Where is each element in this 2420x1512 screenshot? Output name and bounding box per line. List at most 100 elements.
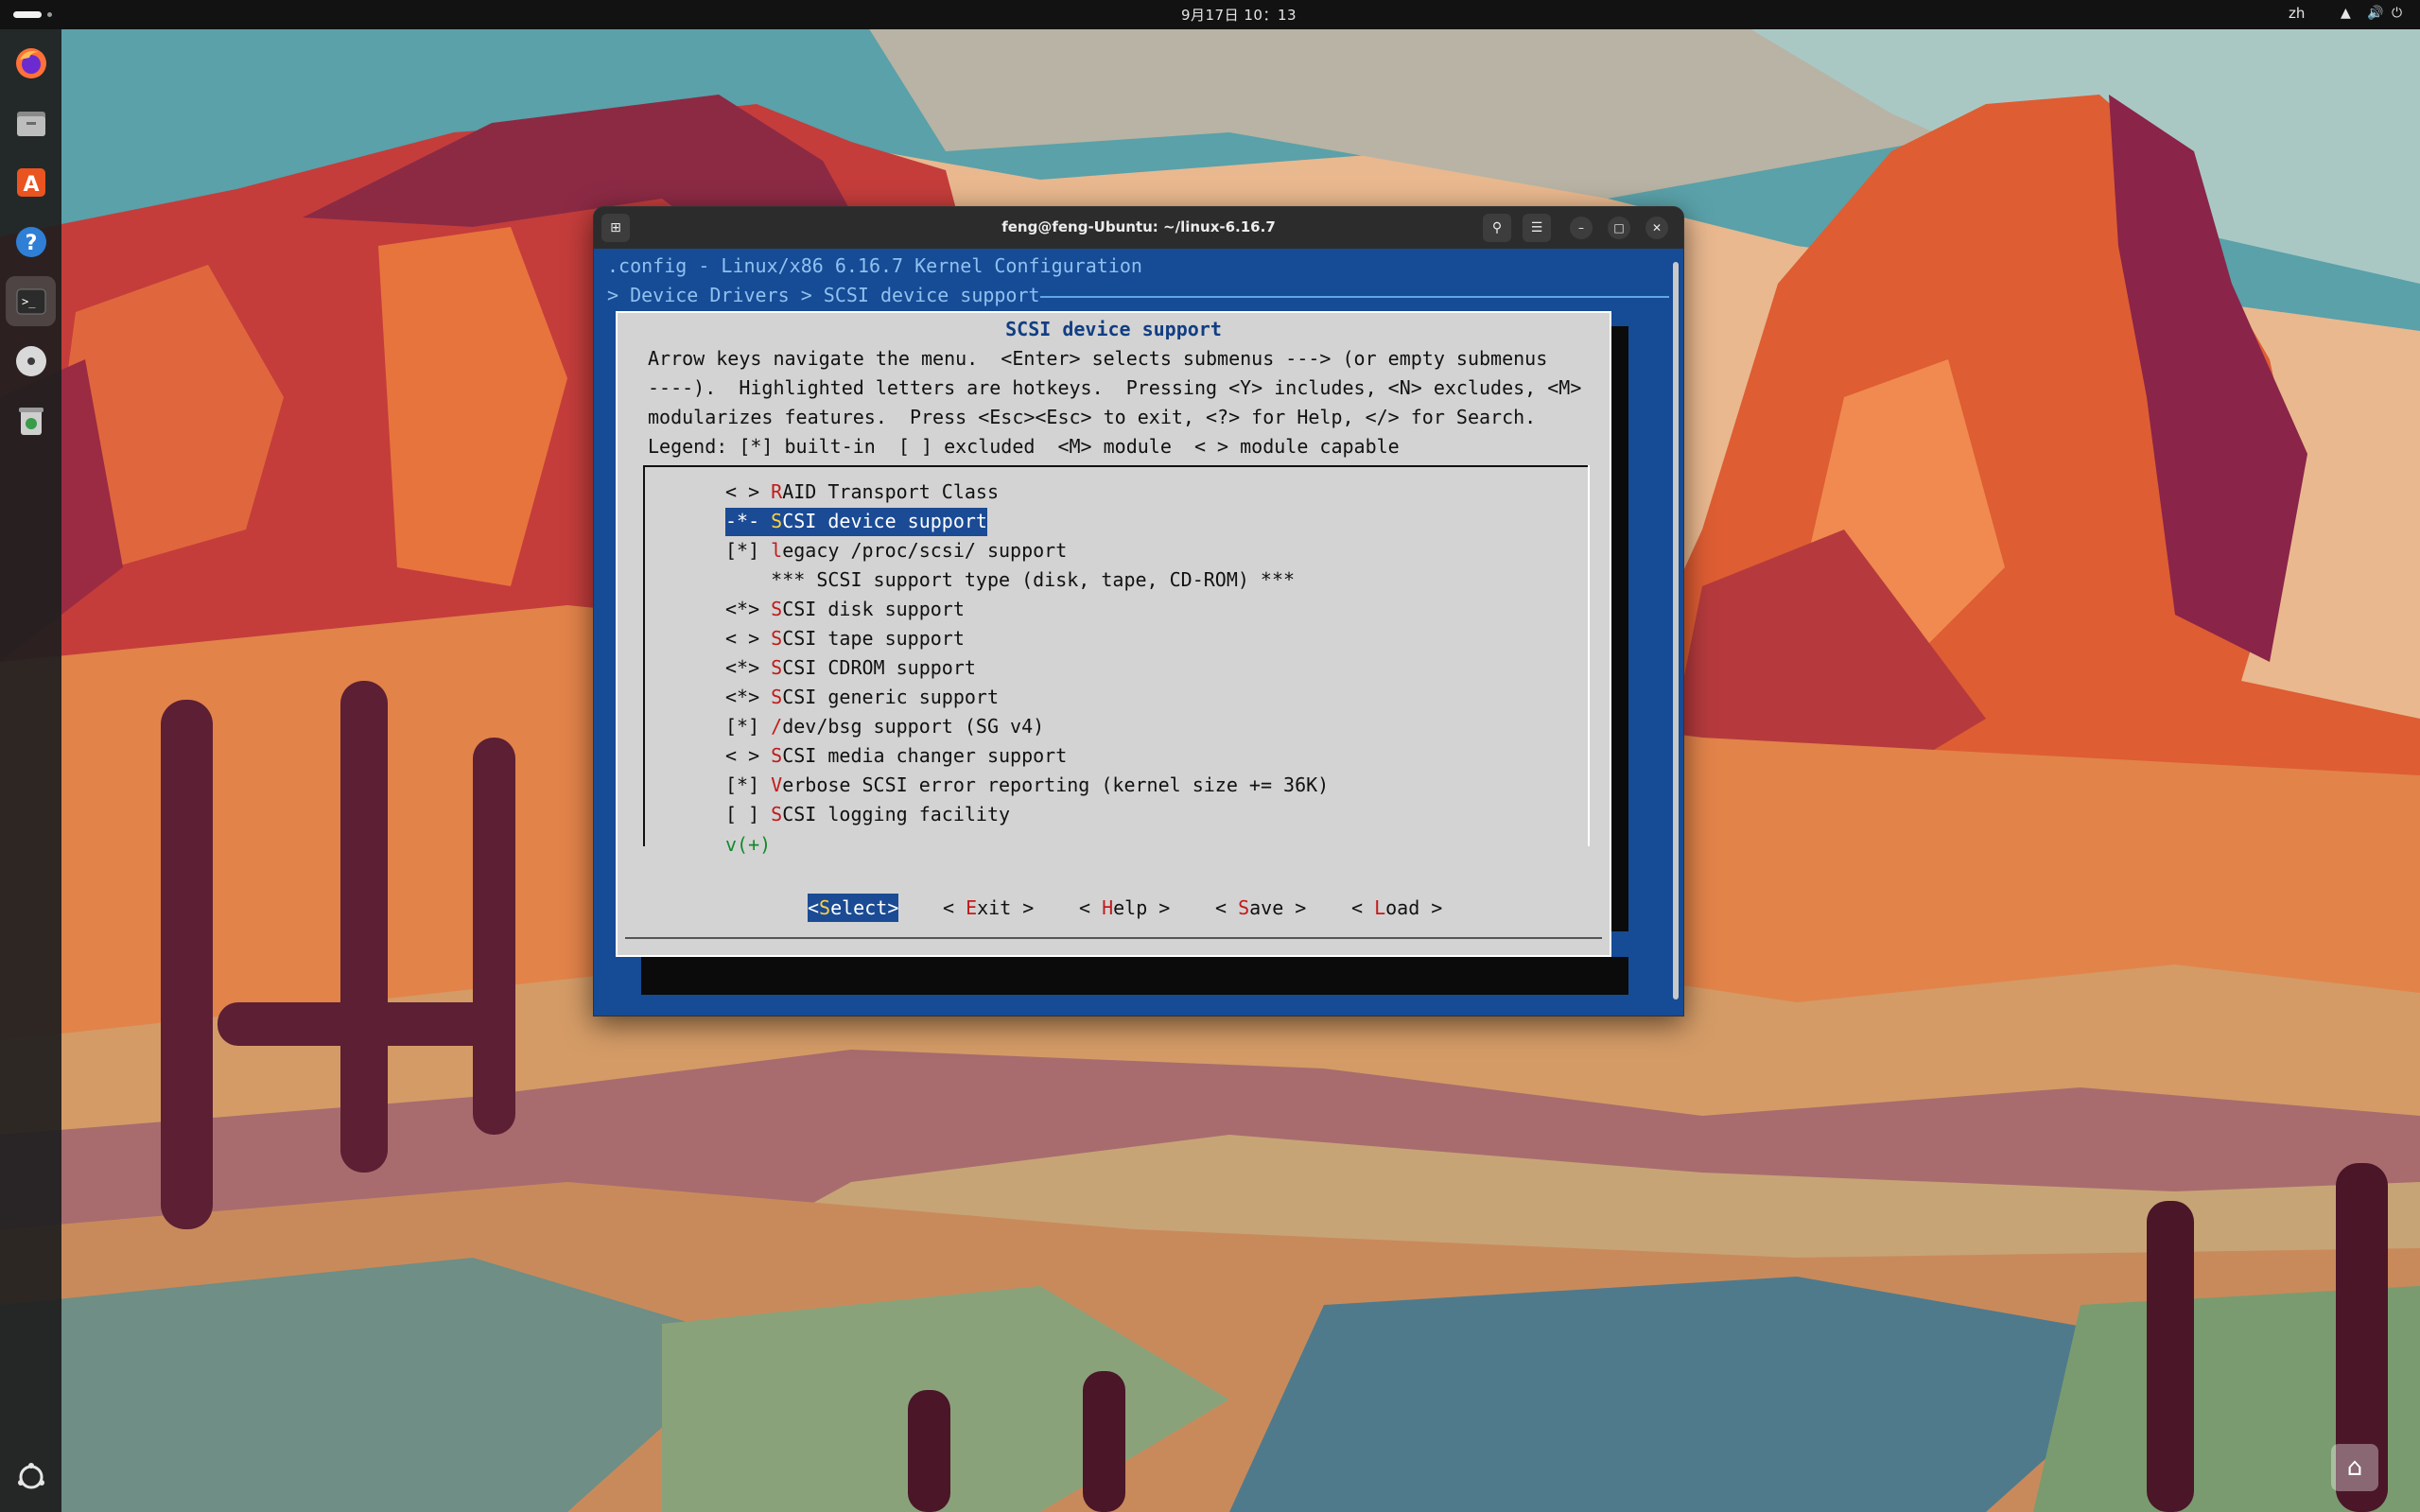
menu-item-label: dev/bsg support (SG v4) bbox=[782, 715, 1045, 738]
menu-item-raid-transport-class[interactable]: < > RAID Transport Class bbox=[725, 478, 999, 507]
terminal-window[interactable]: ⊞ feng@feng-Ubuntu: ~/linux-6.16.7 ⚲ ☰ –… bbox=[593, 206, 1684, 1017]
menu-item-scsi-logging-facility[interactable]: [ ] SCSI logging facility bbox=[725, 801, 1010, 829]
save-button[interactable]: < Save > bbox=[1215, 894, 1306, 922]
search-icon: ⚲ bbox=[1491, 220, 1503, 235]
dialog-buttons: <Select> < Exit > < Help > < Save > < Lo… bbox=[616, 894, 1611, 926]
workspace-indicator-inactive bbox=[47, 12, 52, 17]
home-icon: ⌂ bbox=[2346, 1453, 2363, 1482]
legend-line: Legend: [*] built-in [ ] excluded <M> mo… bbox=[648, 435, 1400, 458]
dock-item-terminal[interactable]: >_ bbox=[6, 276, 56, 326]
hotkey: / bbox=[771, 715, 783, 738]
window-title: feng@feng-Ubuntu: ~/linux-6.16.7 bbox=[1001, 218, 1276, 235]
close-icon: ✕ bbox=[1651, 221, 1663, 235]
menu-item-scsi-device-support[interactable]: -*- SCSI device support bbox=[725, 508, 987, 536]
terminal-scrollbar[interactable] bbox=[1669, 249, 1683, 1016]
breadcrumb: > Device Drivers > SCSI device support bbox=[607, 284, 1040, 306]
menu-item-label: egacy /proc/scsi/ support bbox=[782, 539, 1068, 562]
firefox-icon bbox=[16, 48, 46, 78]
volume-icon: 🔊 bbox=[2367, 6, 2384, 21]
close-button[interactable]: ✕ bbox=[1645, 217, 1668, 239]
hotkey: S bbox=[771, 744, 783, 767]
menu-border-top bbox=[643, 465, 1590, 467]
system-tray[interactable]: ▲ 🔊 ⏻ bbox=[2331, 6, 2416, 25]
minimize-button[interactable]: – bbox=[1570, 217, 1593, 239]
dock-item-trash[interactable] bbox=[6, 395, 56, 445]
activities-button[interactable] bbox=[13, 9, 52, 19]
option-state bbox=[725, 568, 771, 591]
hotkey: S bbox=[771, 510, 783, 532]
clock[interactable]: 9月17日 10：13 bbox=[1116, 5, 1362, 25]
help-line: ----). Highlighted letters are hotkeys. … bbox=[648, 376, 1582, 399]
menu-item-scsi-cdrom-support[interactable]: <*> SCSI CDROM support bbox=[725, 654, 976, 683]
option-state: < > bbox=[725, 627, 772, 650]
files-icon bbox=[17, 112, 45, 136]
top-bar: 9月17日 10：13 zh ▲ 🔊 ⏻ bbox=[0, 0, 2420, 29]
option-state: [*] bbox=[725, 539, 772, 562]
home-folder-button[interactable]: ⌂ bbox=[2331, 1444, 2378, 1491]
dock-item-disc[interactable] bbox=[6, 336, 56, 386]
option-state: < > bbox=[725, 744, 772, 767]
help-line: Arrow keys navigate the menu. <Enter> se… bbox=[648, 347, 1548, 370]
exit-button[interactable]: < Exit > bbox=[943, 894, 1034, 922]
window-titlebar[interactable]: ⊞ feng@feng-Ubuntu: ~/linux-6.16.7 ⚲ ☰ –… bbox=[594, 207, 1683, 249]
menu-item-legacy-proc-scsi[interactable]: [*] legacy /proc/scsi/ support bbox=[725, 537, 1067, 565]
dock: A ? >_ bbox=[0, 29, 61, 1512]
network-icon: ▲ bbox=[2341, 6, 2351, 21]
dock-item-help[interactable]: ? bbox=[6, 217, 56, 267]
search-button[interactable]: ⚲ bbox=[1483, 214, 1511, 242]
scrollbar-thumb[interactable] bbox=[1673, 262, 1679, 999]
hotkey: S bbox=[771, 627, 783, 650]
disc-icon bbox=[16, 346, 46, 376]
input-language-indicator[interactable]: zh bbox=[2289, 5, 2305, 22]
svg-text:>_: >_ bbox=[22, 295, 36, 308]
hotkey: S bbox=[771, 656, 783, 679]
option-state: [ ] bbox=[725, 803, 772, 826]
option-state: <*> bbox=[725, 598, 772, 620]
menu-comment-scsi-support-type: *** SCSI support type (disk, tape, CD-RO… bbox=[725, 566, 1295, 595]
menu-item-label: CSI tape support bbox=[782, 627, 965, 650]
menu-item-scsi-disk-support[interactable]: <*> SCSI disk support bbox=[725, 596, 965, 624]
menu-button[interactable]: ☰ bbox=[1523, 214, 1551, 242]
more-items-indicator[interactable]: v(+) bbox=[725, 833, 771, 856]
hotkey: S bbox=[771, 803, 783, 826]
hotkey: V bbox=[771, 773, 783, 796]
option-state: [*] bbox=[725, 715, 772, 738]
dialog-bottom-rule bbox=[625, 937, 1602, 939]
dock-item-firefox[interactable] bbox=[6, 38, 56, 88]
hotkey: S bbox=[771, 598, 783, 620]
show-apps-button[interactable] bbox=[6, 1451, 56, 1502]
maximize-icon: □ bbox=[1613, 221, 1625, 235]
menu-item-label: CSI media changer support bbox=[782, 744, 1068, 767]
dock-item-app-center[interactable]: A bbox=[6, 157, 56, 207]
help-icon: ? bbox=[16, 227, 46, 257]
select-button[interactable]: <Select> bbox=[808, 894, 899, 922]
dock-item-files[interactable] bbox=[6, 97, 56, 148]
app-center-icon: A bbox=[17, 168, 45, 197]
option-state: <*> bbox=[725, 686, 772, 708]
menu-item-dev-bsg-support[interactable]: [*] /dev/bsg support (SG v4) bbox=[725, 713, 1044, 741]
maximize-button[interactable]: □ bbox=[1608, 217, 1630, 239]
menu-item-label: CSI CDROM support bbox=[782, 656, 976, 679]
menu-item-scsi-media-changer[interactable]: < > SCSI media changer support bbox=[725, 742, 1067, 771]
menu-item-scsi-tape-support[interactable]: < > SCSI tape support bbox=[725, 625, 965, 653]
terminal-console[interactable]: .config - Linux/x86 6.16.7 Kernel Config… bbox=[594, 249, 1683, 1016]
show-apps-icon bbox=[18, 1463, 44, 1489]
workspace-indicator-active bbox=[13, 11, 42, 18]
help-button[interactable]: < Help > bbox=[1079, 894, 1170, 922]
menu-item-verbose-scsi-error[interactable]: [*] Verbose SCSI error reporting (kernel… bbox=[725, 772, 1329, 800]
trash-icon bbox=[19, 408, 44, 435]
hotkey: R bbox=[771, 480, 783, 503]
option-state: <*> bbox=[725, 656, 772, 679]
config-header: .config - Linux/x86 6.16.7 Kernel Config… bbox=[607, 254, 1142, 277]
option-state: < > bbox=[725, 480, 772, 503]
minimize-icon: – bbox=[1578, 221, 1584, 235]
hotkey: S bbox=[771, 686, 783, 708]
hotkey: l bbox=[771, 539, 783, 562]
menu-item-label: CSI disk support bbox=[782, 598, 965, 620]
menu-item-label: CSI generic support bbox=[782, 686, 999, 708]
menu-list: < > RAID Transport Class -*- SCSI device… bbox=[643, 465, 1590, 856]
dialog-title: SCSI device support bbox=[1005, 318, 1222, 340]
menu-item-label: AID Transport Class bbox=[782, 480, 999, 503]
load-button[interactable]: < Load > bbox=[1351, 894, 1442, 922]
menu-item-scsi-generic-support[interactable]: <*> SCSI generic support bbox=[725, 684, 999, 712]
